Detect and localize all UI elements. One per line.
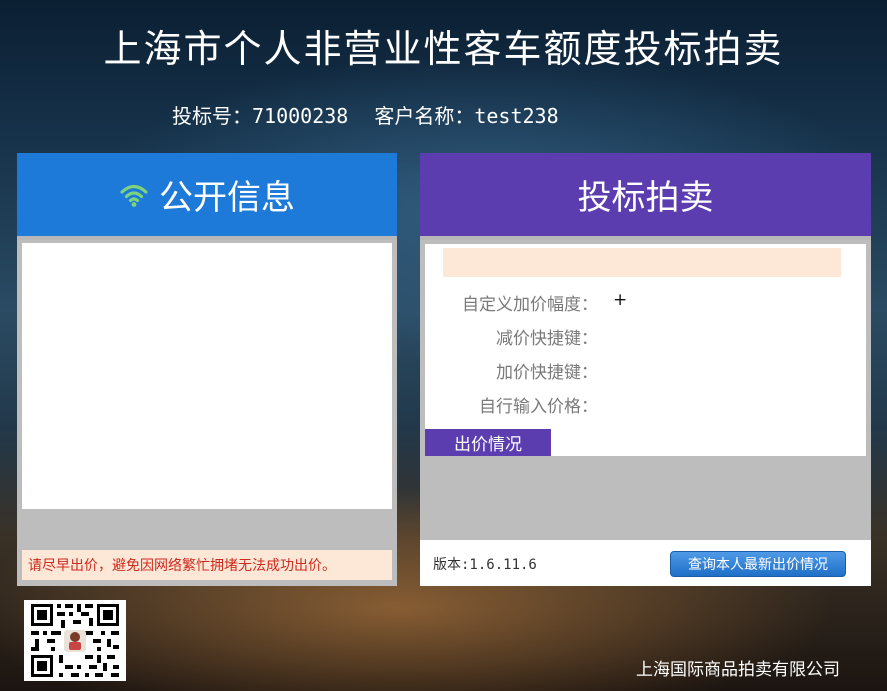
qr-code — [24, 600, 126, 681]
public-info-content — [22, 243, 392, 509]
tab-bid-status[interactable]: 出价情况 — [425, 429, 551, 456]
bid-form: 自定义加价幅度： + 减价快捷键： 加价快捷键： 自行输入价格： 出价情况 — [425, 244, 866, 456]
wifi-icon — [120, 184, 148, 207]
bid-notice: 请尽早出价，避免因网络繁忙拥堵无法成功出价。 — [22, 550, 392, 580]
manual-price-label: 自行输入价格： — [479, 397, 598, 417]
version-label: 版本:1.6.11.6 — [433, 557, 537, 573]
user-info: 投标号：71000238 客户名称：test238 — [172, 100, 559, 129]
public-info-header: 公开信息 — [17, 153, 397, 240]
customer-name-label: 客户名称： — [374, 104, 475, 128]
bid-banner — [443, 248, 841, 277]
bid-number: 71000238 — [252, 104, 349, 128]
page-title: 上海市个人非营业性客车额度投标拍卖 — [103, 27, 784, 71]
custom-increment-label: 自定义加价幅度： — [462, 295, 598, 315]
increase-shortcut-label: 加价快捷键： — [496, 363, 598, 383]
company-footer: 上海国际商品拍卖有限公司 — [636, 660, 840, 680]
customer-name: test238 — [474, 104, 559, 128]
decrease-shortcut-label: 减价快捷键： — [496, 329, 598, 349]
auction-panel: 投标拍卖 自定义加价幅度： + 减价快捷键： 加价快捷键： 自行输入价格： 出价… — [420, 153, 871, 586]
public-info-panel: 公开信息 请尽早出价，避免因网络繁忙拥堵无法成功出价。 — [17, 153, 397, 586]
qr-code-image — [24, 600, 126, 681]
public-info-title: 公开信息 — [159, 178, 295, 218]
auction-bottom-bar: 版本:1.6.11.6 查询本人最新出价情况 — [420, 540, 871, 586]
query-latest-bid-button[interactable]: 查询本人最新出价情况 — [670, 551, 846, 577]
custom-increment-input[interactable]: + — [613, 290, 627, 310]
bid-number-label: 投标号： — [172, 104, 252, 128]
auction-header: 投标拍卖 — [420, 153, 871, 240]
